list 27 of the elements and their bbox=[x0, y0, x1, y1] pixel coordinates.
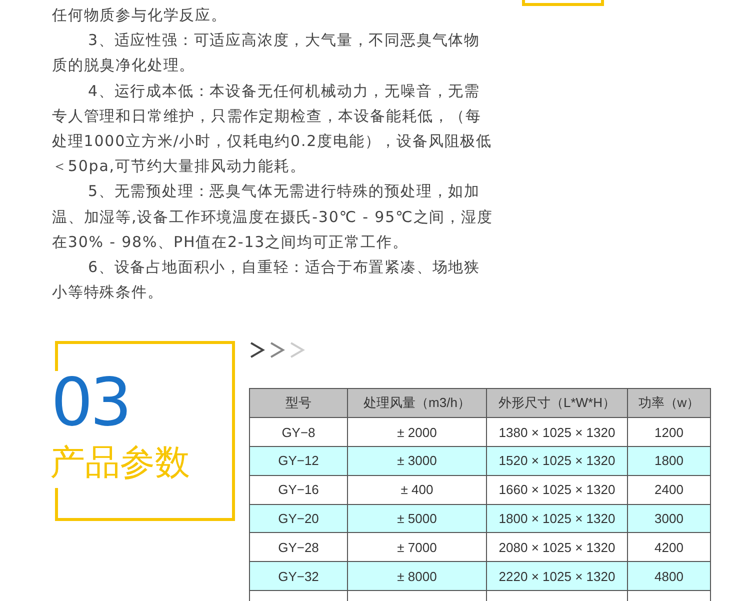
paragraph: 6、设备占地面积小，自重轻：适合于布置紧凑、场地狭 小等特殊条件。 bbox=[52, 257, 480, 304]
section-number: 03 bbox=[51, 363, 130, 444]
column-header: 型号 bbox=[250, 388, 348, 418]
paragraph: 4、运行成本低：本设备无任何机械动力，无噪音，无需 专人管理和日常维护，只需作定期检查，本设备能耗低，（每 处理1000立方米/小时，仅耗电约0.2度电能），设备风阻极低 ＜50pa,可节约大量排风动力能耗。 bbox=[52, 80, 492, 178]
table-cell: GY−16 bbox=[250, 475, 348, 504]
table-cell: ± 3000 bbox=[348, 446, 486, 476]
table-cell: ± 8000 bbox=[348, 562, 486, 591]
section-title: 产品参数 bbox=[50, 443, 190, 484]
table-cell: 2220 × 1025 × 1320 bbox=[486, 562, 628, 591]
table-cell: 3000 bbox=[628, 504, 710, 533]
table-cell: ± 5000 bbox=[348, 504, 486, 533]
column-header: 处理风量（m3/h） bbox=[348, 388, 486, 418]
table-cell: 1800 bbox=[628, 446, 710, 476]
paragraph: 5、无需预处理：恶臭气体无需进行特殊的预处理，如加 温、加湿等,设备工作环境温度在摄氏-30℃ - 95℃之间，湿度 在30% - 98%、PH值在2-13之间均可正常工作。 bbox=[52, 181, 493, 253]
column-header: 外形尺寸（L*W*H） bbox=[486, 388, 628, 418]
table-cell: ± 400 bbox=[348, 475, 486, 504]
table-cell: 4800 bbox=[628, 562, 710, 591]
table-cell: GY−32 bbox=[250, 562, 348, 591]
table-cell: 1800 × 1025 × 1320 bbox=[486, 504, 628, 533]
paragraph: 任何物质参与化学反应。 bbox=[52, 5, 227, 26]
table-cell: 1520 × 1025 × 1320 bbox=[486, 446, 628, 476]
table-cell: GY−20 bbox=[250, 504, 348, 533]
table-cell: GY−12 bbox=[250, 446, 348, 476]
column-header: 功率（w） bbox=[628, 388, 710, 418]
paragraph: 3、适应性强：可适应高浓度，大气量，不同恶臭气体物 质的脱臭净化处理。 bbox=[52, 30, 480, 76]
table-cell: 1660 × 1025 × 1320 bbox=[486, 475, 628, 504]
table-cell: 2400 bbox=[628, 475, 710, 504]
